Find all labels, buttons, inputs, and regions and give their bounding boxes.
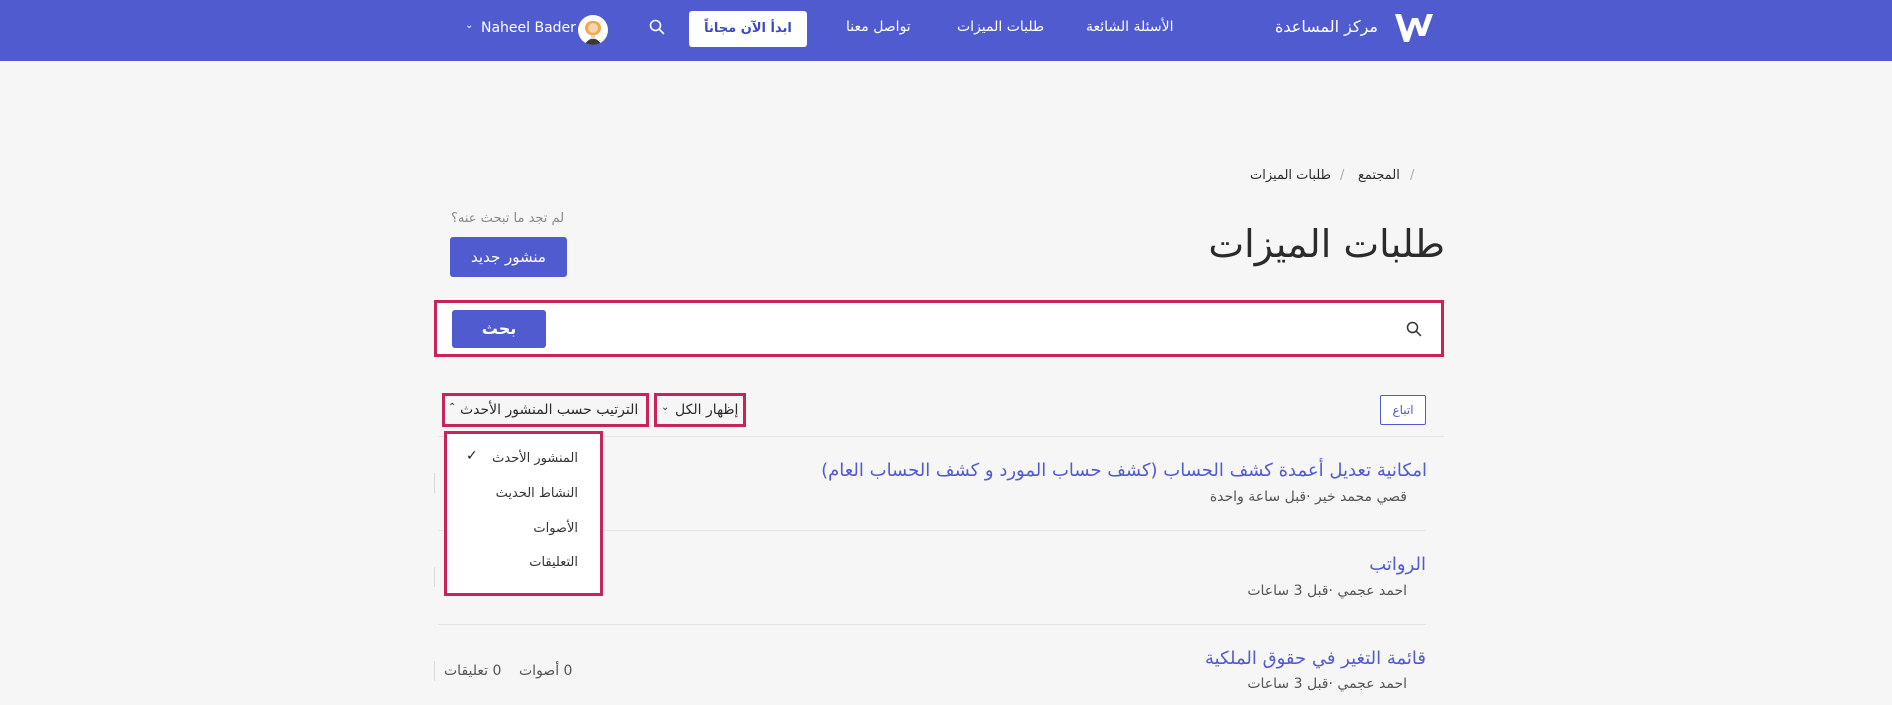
chevron-down-icon: ⌄ <box>661 402 670 413</box>
avatar[interactable] <box>578 15 608 45</box>
nav-faq[interactable]: الأسئلة الشائعة <box>1086 19 1174 35</box>
search-button[interactable]: بحث <box>452 310 546 348</box>
user-avatar-icon <box>584 21 602 45</box>
page-title: طلبات الميزات <box>1208 222 1445 266</box>
post-meta: احمد عجمي ·قبل 3 ساعات <box>1247 583 1407 599</box>
post-time: قبل 3 ساعات <box>1247 583 1329 599</box>
sort-option-recent-activity[interactable]: النشاط الحديث <box>496 486 578 501</box>
new-post-button[interactable]: منشور جديد <box>450 237 567 277</box>
search-icon[interactable] <box>648 18 666 36</box>
post-meta: قصي محمد خير ·قبل ساعة واحدة <box>1209 489 1407 505</box>
divider <box>434 661 435 681</box>
not-found-hint: لم تجد ما تبحث عنه؟ <box>451 211 565 226</box>
breadcrumb-community[interactable]: المجتمع <box>1358 168 1400 183</box>
post-author[interactable]: قصي محمد خير <box>1315 489 1407 505</box>
sort-option-comments[interactable]: التعليقات <box>529 555 578 570</box>
user-name[interactable]: Naheel Bader <box>481 20 576 36</box>
divider <box>434 473 435 493</box>
divider <box>438 624 1426 625</box>
show-all-dropdown[interactable]: إظهار الكل ⌄ <box>654 393 746 427</box>
post-title[interactable]: امكانية تعديل أعمدة كشف الحساب (كشف حساب… <box>821 460 1427 481</box>
breadcrumb-separator: / <box>1340 168 1345 183</box>
sort-dropdown[interactable]: الترتيب حسب المنشور الأحدث ⌃ <box>442 393 649 427</box>
nav-contact[interactable]: تواصل معنا <box>846 19 911 35</box>
search-input[interactable] <box>562 313 1382 345</box>
start-free-button[interactable]: ابدأ الآن مجاناً <box>689 11 807 47</box>
comments-number: 0 <box>492 663 502 679</box>
nav-feature-requests[interactable]: طلبات الميزات <box>957 19 1044 35</box>
post-time: قبل 3 ساعات <box>1247 676 1329 692</box>
post-meta: احمد عجمي ·قبل 3 ساعات <box>1247 676 1407 692</box>
sort-option-votes[interactable]: الأصوات <box>533 521 578 536</box>
brand-title[interactable]: مركز المساعدة <box>1270 17 1378 36</box>
search-bar: بحث <box>434 300 1444 357</box>
votes-count: 0 أصوات <box>519 663 572 679</box>
sort-menu: ✓ المنشور الأحدث النشاط الحديث الأصوات ا… <box>444 431 603 596</box>
show-all-label: إظهار الكل <box>675 402 739 418</box>
comments-label: تعليقات <box>444 663 489 679</box>
chevron-down-icon[interactable]: ⌄ <box>465 20 473 31</box>
post-author[interactable]: احمد عجمي <box>1337 676 1407 692</box>
breadcrumb-separator: / <box>1410 168 1415 183</box>
sort-label: الترتيب حسب المنشور الأحدث <box>460 402 639 418</box>
votes-number: 0 <box>563 663 573 679</box>
follow-button[interactable]: اتباع <box>1380 395 1426 425</box>
chevron-up-icon: ⌃ <box>448 402 457 413</box>
divider <box>434 567 435 587</box>
post-title[interactable]: الرواتب <box>1369 554 1426 575</box>
search-icon <box>1406 321 1422 337</box>
post-title[interactable]: قائمة التغير في حقوق الملكية <box>1205 648 1426 669</box>
sort-option-newest[interactable]: المنشور الأحدث <box>492 451 578 466</box>
check-icon: ✓ <box>466 448 478 464</box>
post-time: قبل ساعة واحدة <box>1209 489 1307 505</box>
comments-count: 0 تعليقات <box>444 663 501 679</box>
post-author[interactable]: احمد عجمي <box>1337 583 1407 599</box>
breadcrumb-current: طلبات الميزات <box>1250 168 1331 183</box>
votes-label: أصوات <box>519 663 560 679</box>
top-navbar: مركز المساعدة الأسئلة الشائعة طلبات المي… <box>0 0 1892 61</box>
logo-icon[interactable] <box>1393 10 1437 46</box>
